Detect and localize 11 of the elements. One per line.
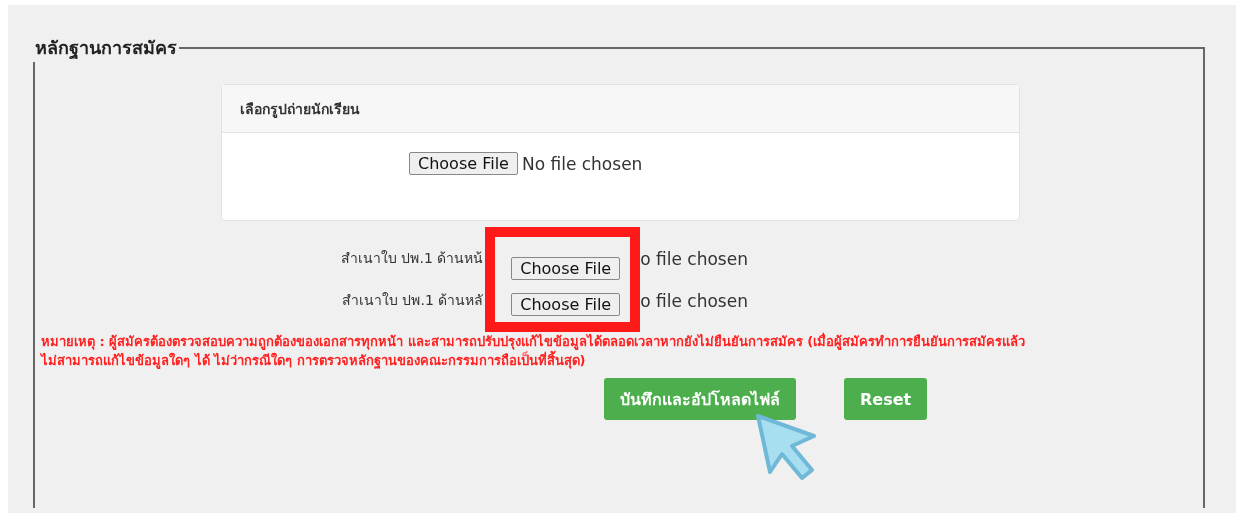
card-title: เลือกรูปถ่ายนักเรียน — [222, 85, 1019, 133]
field-label: สำเนาใบ ปพ.1 ด้านหน้ — [341, 249, 484, 268]
choose-file-button[interactable]: Choose File — [409, 152, 518, 175]
field-label: สำเนาใบ ปพ.1 ด้านหลั — [342, 291, 484, 310]
file-status: o file chosen — [640, 247, 748, 271]
note-text: หมายเหตุ : ผู้สมัครต้องตรวจสอบความถูกต้องของเอกสารทุกหน้า และสามารถปรับปรุงแก้ไขข้อมูลได้ตลอดเวลาหากยังไม่ยืนยันการสมัคร (เมื่อผู้สมัครทำการยืนยันการสมัครแล้ว ไม่สามารถแก้ไขข้อมูลใดๆ ได้ ไม่ว่ากรณีใดๆ การตรวจหลักฐานของคณะกรรมการถือเป็นที่สิ้นสุด) — [41, 332, 1027, 370]
choose-file-button[interactable]: Choose File — [511, 257, 621, 280]
file-status: No file chosen — [521, 153, 643, 176]
choose-file-button[interactable]: Choose File — [511, 293, 621, 316]
file-status: o file chosen — [640, 289, 748, 313]
section-legend: หลักฐานการสมัคร — [33, 33, 179, 62]
